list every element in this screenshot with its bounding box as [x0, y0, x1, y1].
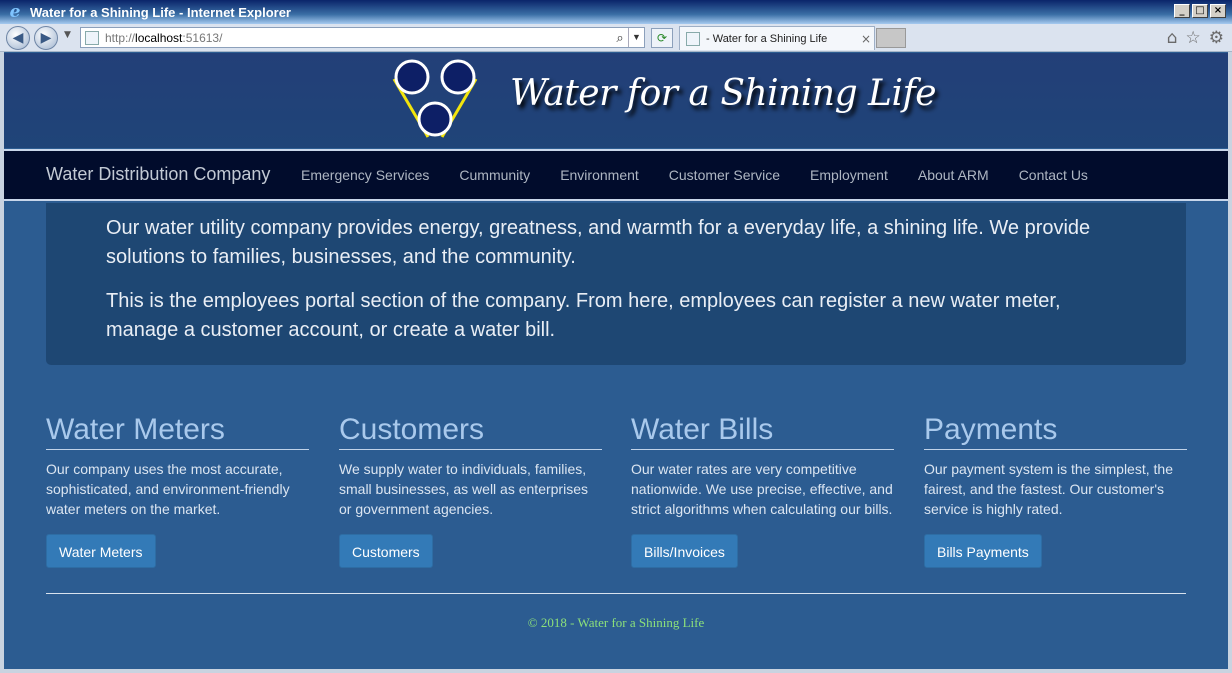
back-icon[interactable]: ◀	[6, 26, 30, 50]
bills-invoices-button[interactable]: Bills/Invoices	[631, 534, 738, 568]
home-icon[interactable]: ⌂	[1167, 28, 1178, 48]
section-heading: Customers	[339, 413, 602, 450]
section-heading: Water Meters	[46, 413, 309, 450]
section-customers: Customers We supply water to individuals…	[339, 413, 602, 568]
nav-link-employment[interactable]: Employment	[810, 167, 888, 183]
maximize-button[interactable]: □	[1192, 4, 1208, 18]
section-water-bills: Water Bills Our water rates are very com…	[631, 413, 894, 568]
tab-label: - Water for a Shining Life	[706, 32, 828, 45]
bills-payments-button[interactable]: Bills Payments	[924, 534, 1042, 568]
address-dropdown-icon[interactable]: ▼	[628, 28, 644, 47]
address-bar[interactable]: http://localhost:51613/ ⌕ ▼	[80, 27, 645, 48]
nav-link-about-arm[interactable]: About ARM	[918, 167, 989, 183]
section-heading: Payments	[924, 413, 1187, 450]
nav-link-emergency-services[interactable]: Emergency Services	[301, 167, 429, 183]
window-titlebar: e Water for a Shining Life - Internet Ex…	[0, 0, 1232, 24]
refresh-icon[interactable]: ⟳	[651, 28, 673, 48]
section-text: Our payment system is the simplest, the …	[924, 461, 1173, 517]
forward-icon[interactable]: ▶	[34, 26, 58, 50]
navbar-brand[interactable]: Water Distribution Company	[46, 164, 270, 185]
address-url[interactable]: http://localhost:51613/	[105, 31, 612, 45]
tab-page-icon	[686, 31, 700, 46]
nav-link-environment[interactable]: Environment	[560, 167, 639, 183]
section-text: Our water rates are very competitive nat…	[631, 461, 893, 517]
site-banner: Water for a Shining Life	[4, 53, 1228, 148]
tab-close-icon[interactable]: ×	[858, 32, 874, 46]
window-frame-bottom	[0, 669, 1232, 673]
settings-gear-icon[interactable]: ⚙	[1209, 28, 1224, 48]
section-payments: Payments Our payment system is the simpl…	[924, 413, 1187, 568]
main-navbar: Water Distribution Company Emergency Ser…	[4, 149, 1228, 201]
new-tab-button[interactable]	[876, 28, 906, 48]
intro-jumbotron: Our water utility company provides energ…	[46, 203, 1186, 365]
nav-links: Emergency Services Cummunity Environment…	[301, 167, 1118, 183]
window-frame-right	[1228, 52, 1232, 673]
browser-toolbar: ◀ ▶ ▼ http://localhost:51613/ ⌕ ▼ ⟳ - Wa…	[0, 24, 1232, 52]
internet-explorer-icon: e	[9, 2, 21, 22]
url-scheme: http://	[105, 30, 136, 45]
customers-button[interactable]: Customers	[339, 534, 433, 568]
url-host: localhost	[135, 30, 183, 45]
history-dropdown-icon[interactable]: ▼	[64, 30, 71, 40]
browser-right-icons: ⌂ ☆ ⚙	[1167, 28, 1224, 48]
browser-tab[interactable]: - Water for a Shining Life ×	[679, 26, 875, 50]
portal-paragraph: This is the employees portal section of …	[106, 290, 1061, 341]
footer-divider	[46, 593, 1186, 594]
section-text: Our company uses the most accurate, soph…	[46, 461, 290, 517]
search-icon[interactable]: ⌕	[612, 30, 628, 46]
site-footer: © 2018 - Water for a Shining Life	[527, 615, 705, 630]
site-logo-icon	[392, 59, 478, 138]
intro-paragraph: Our water utility company provides energ…	[106, 217, 1091, 268]
favorites-star-icon[interactable]: ☆	[1186, 28, 1201, 48]
page-icon	[85, 30, 99, 45]
window-title: Water for a Shining Life - Internet Expl…	[30, 4, 291, 20]
water-meters-button[interactable]: Water Meters	[46, 534, 156, 568]
minimize-button[interactable]: _	[1174, 4, 1190, 18]
nav-link-customer-service[interactable]: Customer Service	[669, 167, 780, 183]
nav-link-contact-us[interactable]: Contact Us	[1019, 167, 1088, 183]
nav-link-community[interactable]: Cummunity	[459, 167, 530, 183]
web-page: Water for a Shining Life Water Distribut…	[4, 53, 1228, 669]
close-button[interactable]: ×	[1210, 4, 1226, 18]
section-text: We supply water to individuals, families…	[339, 461, 588, 517]
section-heading: Water Bills	[631, 413, 894, 450]
section-water-meters: Water Meters Our company uses the most a…	[46, 413, 309, 568]
window-frame-left	[0, 52, 4, 673]
window-controls: _ □ ×	[1174, 4, 1226, 18]
url-port-path: :51613/	[182, 30, 223, 45]
site-title: Water for a Shining Life	[510, 73, 937, 114]
